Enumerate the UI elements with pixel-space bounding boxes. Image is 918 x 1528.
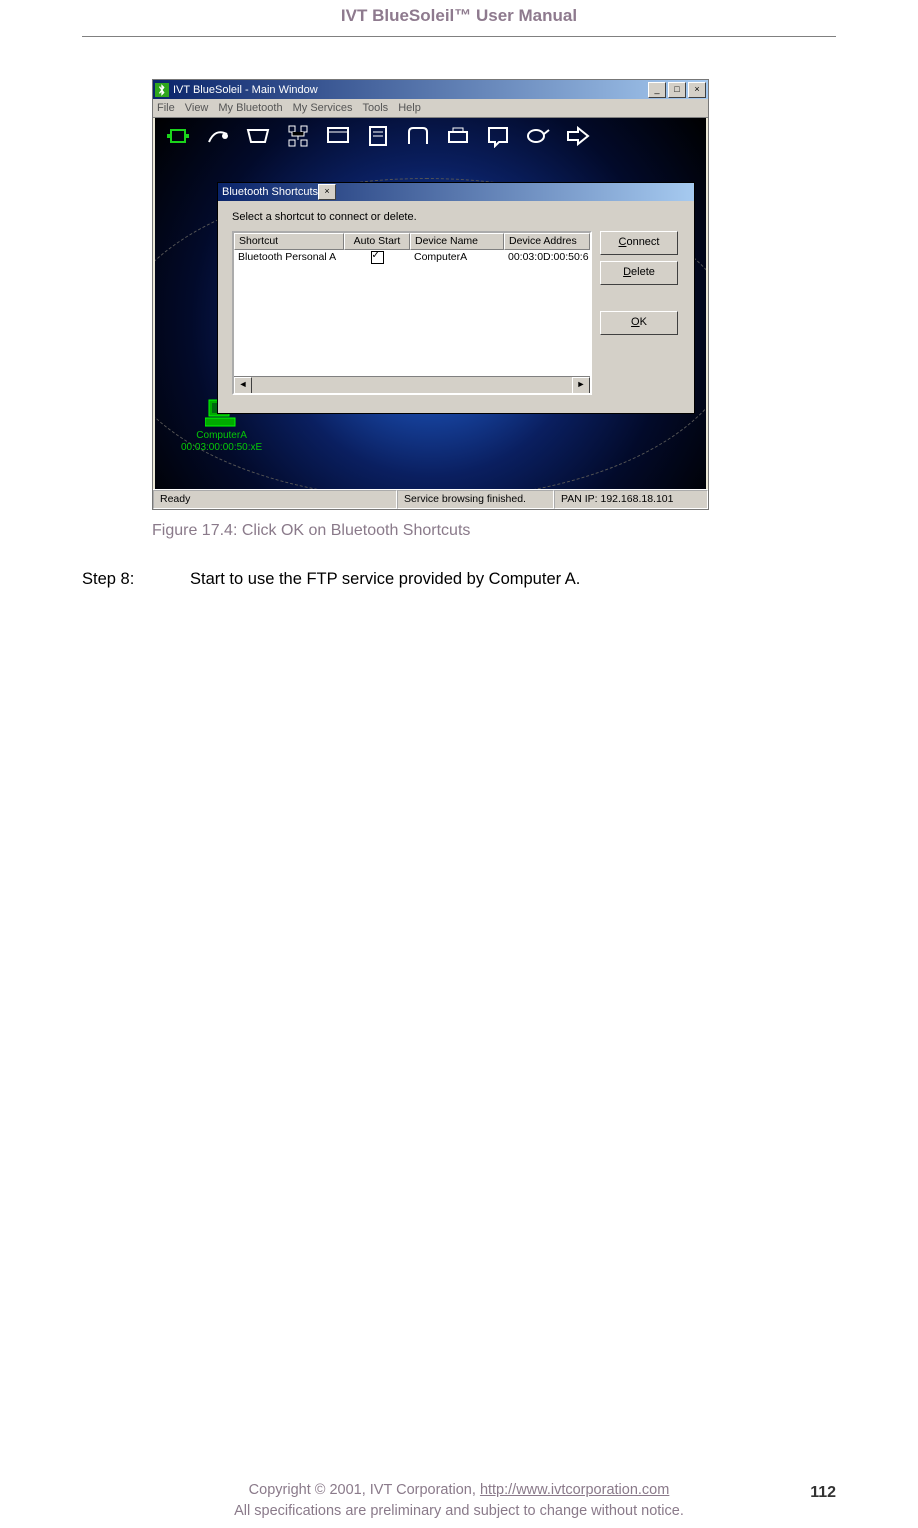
close-button[interactable]: × <box>688 82 706 98</box>
main-window-titlebar[interactable]: IVT BlueSoleil - Main Window _ □ × <box>153 80 708 99</box>
dialog-title-text: Bluetooth Shortcuts <box>222 186 318 198</box>
service-icon-6[interactable] <box>365 124 391 148</box>
device-name-label: ComputerA <box>181 430 262 442</box>
minimize-button[interactable]: _ <box>648 82 666 98</box>
ok-button[interactable]: OK <box>600 311 678 335</box>
cell-shortcut: Bluetooth Personal A <box>234 250 344 266</box>
bluetooth-logo-icon <box>155 83 169 97</box>
dialog-close-button[interactable]: × <box>318 184 336 200</box>
service-icon-1[interactable] <box>165 124 191 148</box>
service-icon-7[interactable] <box>405 124 431 148</box>
service-icon-3[interactable] <box>245 124 271 148</box>
service-icon-2[interactable] <box>205 124 231 148</box>
page-number: 112 <box>810 1481 836 1504</box>
service-icon-8[interactable] <box>445 124 471 148</box>
workspace-canvas: ComputerA 00:03:00:00:50:xE Bluetooth Sh… <box>155 118 706 489</box>
col-deviceaddr[interactable]: Device Addres <box>504 233 590 250</box>
footer-disclaimer: All specifications are preliminary and s… <box>234 1503 684 1519</box>
maximize-button[interactable]: □ <box>668 82 686 98</box>
document-footer: Copyright © 2001, IVT Corporation, http:… <box>82 1480 836 1522</box>
step-text: Start to use the FTP service provided by… <box>190 570 580 589</box>
footer-copyright: Copyright © 2001, IVT Corporation, <box>249 1482 480 1498</box>
delete-button[interactable]: Delete <box>600 261 678 285</box>
cell-devicename: ComputerA <box>410 250 504 266</box>
connect-button[interactable]: Connect <box>600 231 678 255</box>
statusbar: Ready Service browsing finished. PAN IP:… <box>153 489 708 509</box>
service-icon-4[interactable] <box>285 124 311 148</box>
service-icon-5[interactable] <box>325 124 351 148</box>
menu-file[interactable]: File <box>157 102 175 114</box>
col-shortcut[interactable]: Shortcut <box>234 233 344 250</box>
connect-label: onnect <box>626 236 659 248</box>
ok-label: K <box>640 316 647 328</box>
menu-my-bluetooth[interactable]: My Bluetooth <box>218 102 282 114</box>
step-label: Step 8: <box>82 570 190 589</box>
shortcut-row[interactable]: Bluetooth Personal A ComputerA 00:03:0D:… <box>234 250 590 266</box>
status-right: PAN IP: 192.168.18.101 <box>554 490 708 509</box>
bluetooth-shortcuts-dialog: Bluetooth Shortcuts × Select a shortcut … <box>217 182 695 414</box>
service-icon-9[interactable] <box>485 124 511 148</box>
cell-autostart <box>344 250 410 266</box>
autostart-checkbox-icon <box>371 251 384 264</box>
step-8: Step 8: Start to use the FTP service pro… <box>82 570 836 589</box>
col-devicename[interactable]: Device Name <box>410 233 504 250</box>
delete-label: elete <box>631 266 655 278</box>
main-window-title: IVT BlueSoleil - Main Window <box>173 84 318 96</box>
dialog-titlebar[interactable]: Bluetooth Shortcuts × <box>218 183 694 201</box>
col-autostart[interactable]: Auto Start <box>344 233 410 250</box>
cell-deviceaddr: 00:03:0D:00:50:6 <box>504 250 590 266</box>
shortcuts-listbox[interactable]: Shortcut Auto Start Device Name Device A… <box>232 231 592 395</box>
figure-caption: Figure 17.4: Click OK on Bluetooth Short… <box>152 522 836 540</box>
document-header: IVT BlueSoleil™ User Manual <box>82 0 836 37</box>
device-addr-label: 00:03:00:00:50:xE <box>181 442 262 454</box>
service-toolbar <box>155 118 706 154</box>
menubar: File View My Bluetooth My Services Tools… <box>153 99 708 118</box>
menu-my-services[interactable]: My Services <box>293 102 353 114</box>
service-icon-11[interactable] <box>565 124 591 148</box>
menu-tools[interactable]: Tools <box>363 102 389 114</box>
footer-link[interactable]: http://www.ivtcorporation.com <box>480 1482 669 1498</box>
screenshot-main-window: IVT BlueSoleil - Main Window _ □ × File … <box>152 79 709 510</box>
dialog-instruction: Select a shortcut to connect or delete. <box>232 211 684 223</box>
status-left: Ready <box>153 490 397 509</box>
menu-help[interactable]: Help <box>398 102 421 114</box>
horizontal-scrollbar[interactable]: ◄ ► <box>234 376 590 393</box>
service-icon-10[interactable] <box>525 124 551 148</box>
scroll-left-button[interactable]: ◄ <box>234 377 252 394</box>
menu-view[interactable]: View <box>185 102 209 114</box>
scroll-right-button[interactable]: ► <box>572 377 590 394</box>
status-mid: Service browsing finished. <box>397 490 554 509</box>
